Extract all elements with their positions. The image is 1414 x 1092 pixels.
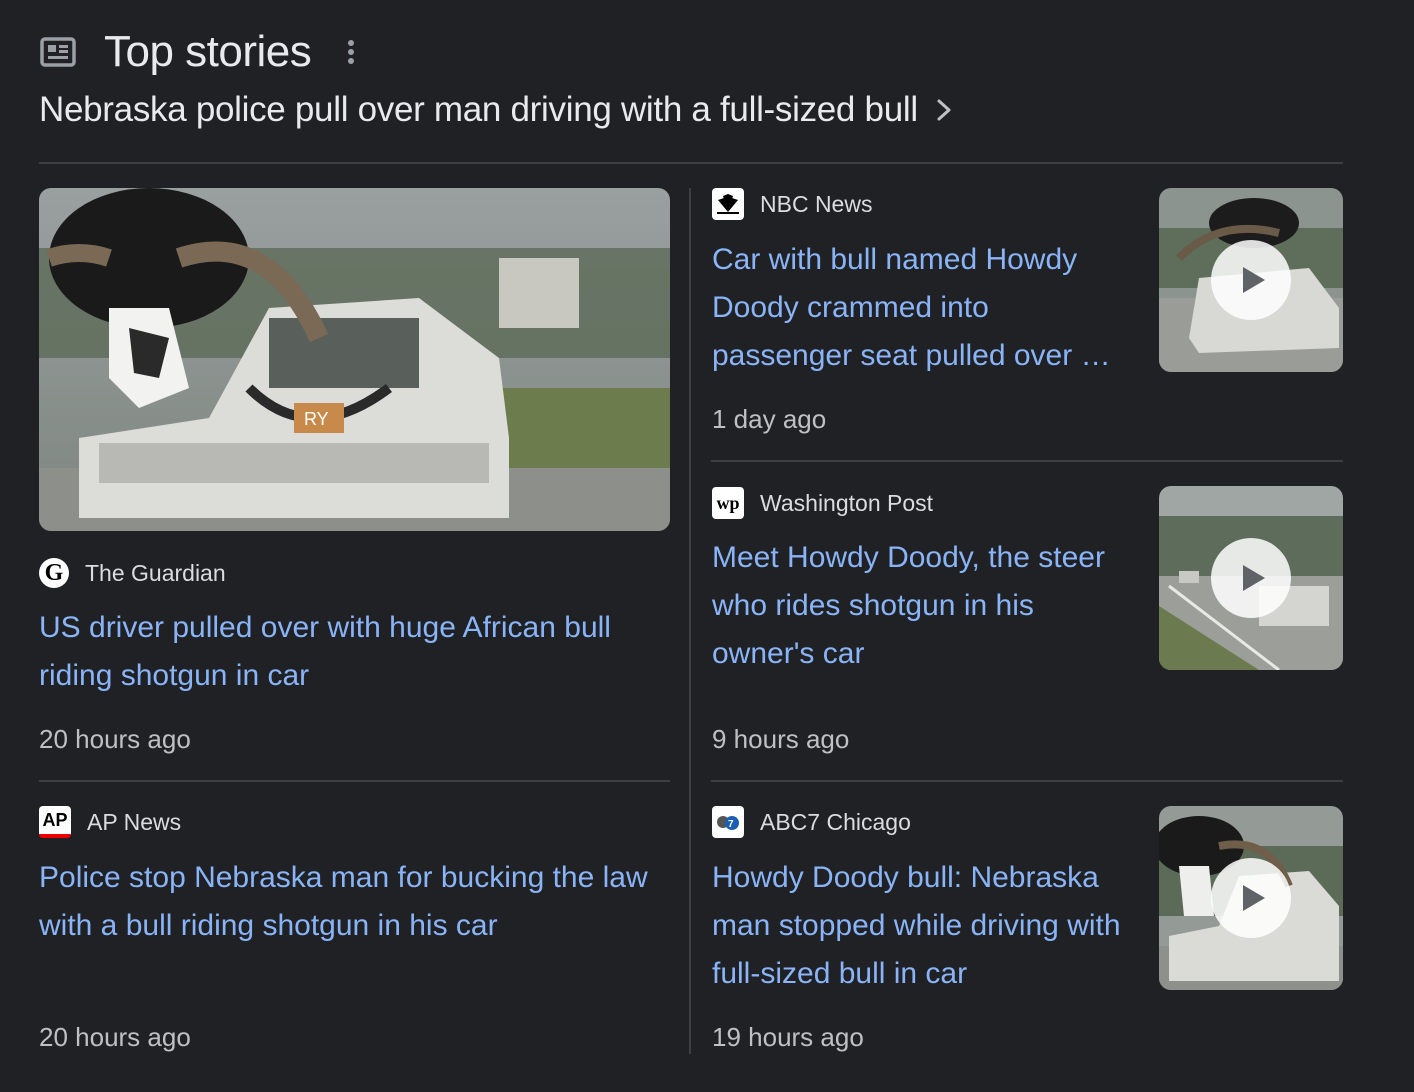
- story-headline-link[interactable]: Police stop Nebraska man for bucking the…: [39, 854, 670, 950]
- story-time: 19 hours ago: [712, 1022, 864, 1052]
- play-icon: [1211, 538, 1291, 618]
- story-time: 9 hours ago: [712, 724, 850, 754]
- row-divider-right-2: [711, 780, 1343, 782]
- plate-text: RY: [304, 409, 329, 429]
- ap-news-logo-icon: AP: [39, 806, 71, 838]
- source-name: The Guardian: [85, 560, 226, 586]
- story-headline-link[interactable]: Howdy Doody bull: Nebraska man stopped w…: [712, 854, 1124, 998]
- story-image[interactable]: RY: [39, 188, 670, 531]
- story-time: 20 hours ago: [39, 1022, 191, 1052]
- story-source: wp Washington Post: [712, 487, 933, 519]
- more-options-icon[interactable]: [345, 37, 357, 67]
- chevron-right-icon: [937, 99, 951, 121]
- story-source: NBC News: [712, 188, 872, 220]
- story-headline-link[interactable]: Meet Howdy Doody, the steer who rides sh…: [712, 534, 1124, 678]
- newspaper-icon: [40, 37, 76, 67]
- story-source: 7 ABC7 Chicago: [712, 806, 911, 838]
- story-source: G The Guardian: [39, 558, 226, 588]
- video-thumbnail[interactable]: [1159, 806, 1343, 990]
- story-topic-link[interactable]: Nebraska police pull over man driving wi…: [39, 88, 952, 132]
- story-headline-link[interactable]: Car with bull named Howdy Doody crammed …: [712, 236, 1124, 380]
- abc7-logo-icon: 7: [712, 806, 744, 838]
- column-divider: [689, 188, 691, 1054]
- row-divider-left: [39, 780, 670, 782]
- source-name: Washington Post: [760, 490, 934, 516]
- story-topic-title: Nebraska police pull over man driving wi…: [39, 90, 918, 129]
- story-time: 20 hours ago: [39, 724, 191, 754]
- washington-post-logo-icon: wp: [712, 487, 744, 519]
- top-stories-header: Top stories: [40, 26, 357, 78]
- guardian-logo-icon: G: [39, 558, 69, 588]
- story-time: 1 day ago: [712, 404, 827, 434]
- header-divider: [39, 162, 1343, 164]
- source-name: ABC7 Chicago: [760, 809, 911, 835]
- story-source: AP AP News: [39, 806, 181, 838]
- video-thumbnail[interactable]: [1159, 486, 1343, 670]
- svg-text:7: 7: [728, 819, 734, 830]
- play-icon: [1211, 858, 1291, 938]
- section-title: Top stories: [104, 27, 312, 76]
- play-icon: [1211, 240, 1291, 320]
- story-headline-link[interactable]: US driver pulled over with huge African …: [39, 604, 670, 700]
- row-divider-right-1: [711, 460, 1343, 462]
- nbc-peacock-icon: [712, 188, 744, 220]
- source-name: AP News: [87, 809, 182, 835]
- video-thumbnail[interactable]: [1159, 188, 1343, 372]
- source-name: NBC News: [760, 191, 873, 217]
